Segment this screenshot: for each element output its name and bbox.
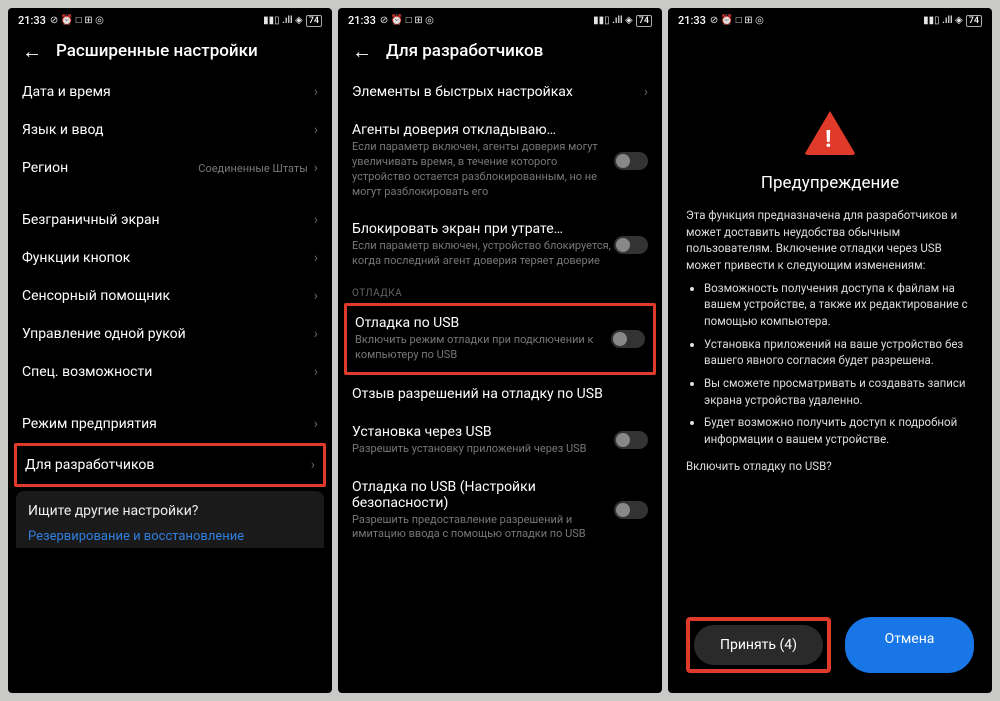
row-usb-debugging[interactable]: Отладка по USB Включить режим отладки пр… [347,306,653,372]
phone-screen-developer-options: 21:33 ⊘ ⏰ □ ⊞ ◎ ▮▮▯ .ıll ◈ 74 ← Для разр… [338,8,662,693]
dialog-body: Эта функция предназначена для разработчи… [686,207,974,474]
dialog-bullet: Возможность получения доступа к файлам н… [704,280,974,330]
row-fullscreen-display[interactable]: Безграничный экран › [8,201,332,239]
dialog-bullet: Установка приложений на ваше устройство … [704,336,974,369]
row-button-functions[interactable]: Функции кнопок › [8,239,332,277]
row-label: Агенты доверия откладываю… [352,122,614,138]
row-revoke-usb-auth[interactable]: Отзыв разрешений на отладку по USB [338,375,662,413]
row-install-via-usb[interactable]: Установка через USB Разрешить установку … [338,413,662,468]
chevron-right-icon: › [314,250,318,266]
row-developer-options[interactable]: Для разработчиков › [17,446,323,484]
row-label: Сенсорный помощник [22,288,170,304]
status-indicator-icons: ⊘ ⏰ □ ⊞ ◎ [380,15,434,26]
row-lock-on-trust-lost[interactable]: Блокировать экран при утрате… Если парам… [338,210,662,280]
chevron-right-icon: › [314,84,318,100]
row-description: Разрешить установку приложений через USB [352,442,614,457]
dialog-bullet-list: Возможность получения доступа к файлам н… [686,280,974,448]
row-trust-agents-extend[interactable]: Агенты доверия откладываю… Если параметр… [338,111,662,210]
row-description: Если параметр включен, агенты доверия мо… [352,140,614,199]
dialog-title: Предупреждение [761,173,899,193]
back-arrow-icon[interactable]: ← [352,41,372,61]
status-indicator-icons: ⊘ ⏰ □ ⊞ ◎ [710,15,764,26]
dialog-prompt: Включить отладку по USB? [686,458,974,475]
warning-dialog: Предупреждение Эта функция предназначена… [668,31,992,693]
row-label: Установка через USB [352,424,614,440]
row-label: Управление одной рукой [22,326,186,342]
status-bar: 21:33 ⊘ ⏰ □ ⊞ ◎ ▮▮▯ .ıll ◈ 74 [668,8,992,31]
row-label: Отзыв разрешений на отладку по USB [352,386,603,402]
signal-wifi-icons: ▮▮▯ .ıll ◈ [263,15,303,26]
row-description: Разрешить предоставление разрешений и им… [352,513,614,543]
dialog-bullet: Будет возможно получить доступ к подробн… [704,414,974,447]
battery-percent: 74 [636,15,652,27]
row-description: Если параметр включен, устройство блокир… [352,239,614,269]
battery-percent: 74 [966,15,982,27]
warning-triangle-icon [804,111,856,155]
row-accessibility[interactable]: Спец. возможности › [8,353,332,391]
row-value: Соединенные Штаты [198,162,308,175]
row-label: Отладка по USB [355,315,611,331]
toggle-off[interactable] [611,330,645,348]
status-bar: 21:33 ⊘ ⏰ □ ⊞ ◎ ▮▮▯ .ıll ◈ 74 [338,8,662,31]
dialog-intro: Эта функция предназначена для разработчи… [686,207,974,274]
row-label: Отладка по USB (Настройки безопасности) [352,479,614,511]
row-label: Режим предприятия [22,416,157,432]
toggle-off[interactable] [614,236,648,254]
status-time: 21:33 [18,14,46,27]
row-label: Блокировать экран при утрате… [352,221,614,237]
row-label: Функции кнопок [22,250,130,266]
chevron-right-icon: › [644,84,648,100]
row-date-time[interactable]: Дата и время › [8,73,332,111]
back-arrow-icon[interactable]: ← [22,41,42,61]
signal-wifi-icons: ▮▮▯ .ıll ◈ [593,15,633,26]
row-label: Дата и время [22,84,111,100]
phone-screen-warning-dialog: 21:33 ⊘ ⏰ □ ⊞ ◎ ▮▮▯ .ıll ◈ 74 Предупрежд… [668,8,992,693]
row-label: Элементы в быстрых настройках [352,84,573,100]
signal-wifi-icons: ▮▮▯ .ıll ◈ [923,15,963,26]
status-time: 21:33 [678,14,706,27]
chevron-right-icon: › [314,122,318,138]
page-header: ← Для разработчиков [338,31,662,73]
phone-screen-advanced-settings: 21:33 ⊘ ⏰ □ ⊞ ◎ ▮▮▯ .ıll ◈ 74 ← Расширен… [8,8,332,693]
row-usb-debug-security[interactable]: Отладка по USB (Настройки безопасности) … [338,468,662,554]
row-label: Регион [22,160,68,176]
row-quick-settings-tiles[interactable]: Элементы в быстрых настройках › [338,73,662,111]
chevron-right-icon: › [314,326,318,342]
status-bar: 21:33 ⊘ ⏰ □ ⊞ ◎ ▮▮▯ .ıll ◈ 74 [8,8,332,31]
cancel-button[interactable]: Отмена [845,617,974,673]
row-label: Спец. возможности [22,364,152,380]
row-touch-assistant[interactable]: Сенсорный помощник › [8,277,332,315]
row-language-input[interactable]: Язык и ввод › [8,111,332,149]
page-title: Расширенные настройки [56,41,258,61]
chevron-right-icon: › [314,160,318,176]
page-header: ← Расширенные настройки [8,31,332,73]
toggle-off[interactable] [614,152,648,170]
toggle-off[interactable] [614,431,648,449]
row-label: Для разработчиков [25,457,154,473]
row-enterprise-mode[interactable]: Режим предприятия › [8,405,332,443]
dialog-button-row: Принять (4) Отмена [686,617,974,673]
status-time: 21:33 [348,14,376,27]
page-title: Для разработчиков [386,41,543,61]
row-region[interactable]: Регион Соединенные Штаты › [8,149,332,187]
row-description: Включить режим отладки при подключении к… [355,333,611,363]
highlight-accept-wrapper: Принять (4) [686,617,831,673]
footer-link-backup-restore[interactable]: Резервирование и восстановление [28,529,312,544]
footer-suggestions-card: Ищите другие настройки? Резервирование и… [16,491,324,548]
status-indicator-icons: ⊘ ⏰ □ ⊞ ◎ [50,15,104,26]
battery-percent: 74 [306,15,322,27]
chevron-right-icon: › [314,212,318,228]
section-header-debug: ОТЛАДКА [338,280,662,303]
toggle-off[interactable] [614,501,648,519]
dialog-bullet: Вы сможете просматривать и создавать зап… [704,375,974,408]
accept-button[interactable]: Принять (4) [694,625,823,665]
chevron-right-icon: › [311,457,315,473]
footer-question: Ищите другие настройки? [28,503,312,519]
chevron-right-icon: › [314,416,318,432]
chevron-right-icon: › [314,288,318,304]
row-label: Язык и ввод [22,122,103,138]
row-label: Безграничный экран [22,212,160,228]
row-one-hand[interactable]: Управление одной рукой › [8,315,332,353]
chevron-right-icon: › [314,364,318,380]
